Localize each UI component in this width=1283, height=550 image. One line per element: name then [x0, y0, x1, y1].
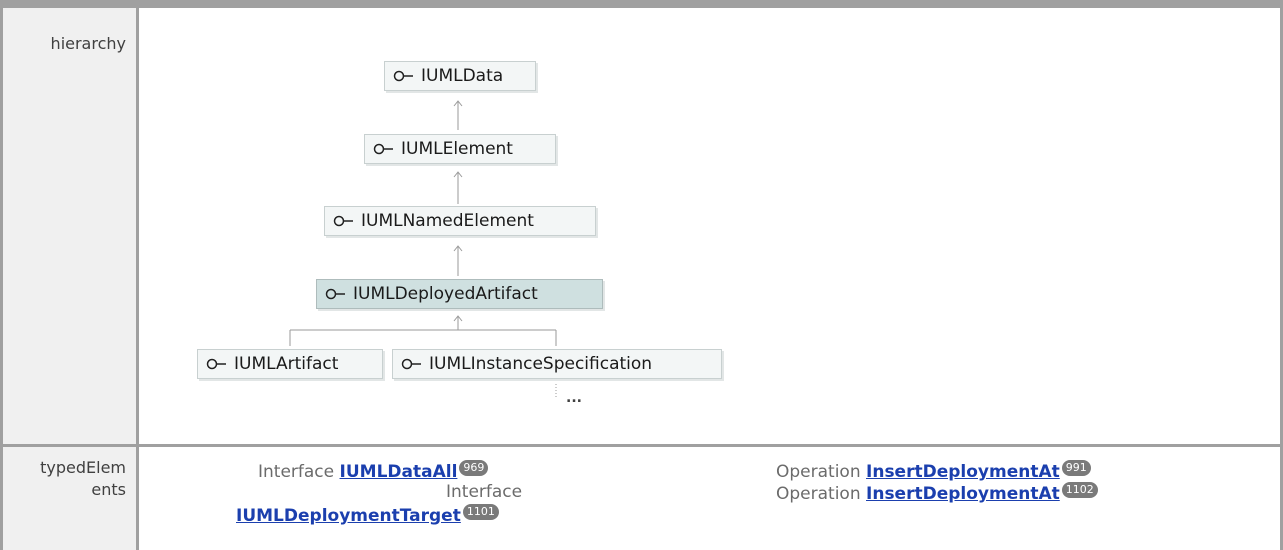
- ref-count-badge: 1102: [1061, 482, 1098, 498]
- ref-kind: Interface: [446, 482, 523, 502]
- properties-table: hierarchy IUMLData IUMLElement IUMLNamed…: [0, 0, 1283, 550]
- typed-elements-label-line2: ents: [91, 480, 126, 499]
- node-iumldeployedartifact[interactable]: IUMLDeployedArtifact: [316, 279, 603, 309]
- interface-icon: [333, 215, 353, 227]
- ref-link[interactable]: InsertDeploymentAt: [866, 462, 1060, 482]
- interface-icon: [206, 358, 226, 370]
- ref-kind: Operation: [776, 484, 861, 504]
- typed-element-ref: Operation InsertDeploymentAt 1102: [776, 482, 1098, 504]
- ref-link[interactable]: IUMLDeploymentTarget: [236, 506, 461, 526]
- more-subtypes-indicator[interactable]: ...: [566, 390, 582, 406]
- node-label: IUMLDeployedArtifact: [353, 284, 538, 304]
- ref-kind: Interface: [258, 462, 335, 482]
- ref-kind: Operation: [776, 462, 861, 482]
- typed-elements-label-line1: typedElem: [40, 458, 126, 477]
- node-label: IUMLData: [421, 66, 504, 86]
- typed-elements-label-cell: typedElem ents: [3, 447, 136, 550]
- interface-icon: [325, 288, 345, 300]
- node-iumldata[interactable]: IUMLData: [384, 61, 536, 91]
- ref-count-badge: 991: [1061, 460, 1091, 476]
- node-label: IUMLNamedElement: [361, 211, 534, 231]
- ref-link[interactable]: InsertDeploymentAt: [866, 484, 1060, 504]
- ref-count-badge: 1101: [462, 504, 499, 520]
- interface-icon: [373, 143, 393, 155]
- node-label: IUMLInstanceSpecification: [429, 354, 653, 374]
- interface-icon: [393, 70, 413, 82]
- node-iumlartifact[interactable]: IUMLArtifact: [197, 349, 383, 379]
- typed-element-ref: Operation InsertDeploymentAt 991: [776, 460, 1091, 482]
- typed-element-ref: Interface IUMLDataAll 969: [258, 460, 489, 482]
- interface-icon: [401, 358, 421, 370]
- typed-element-ref: IUMLDeploymentTarget 1101: [236, 504, 499, 526]
- node-label: IUMLArtifact: [234, 354, 339, 374]
- node-iumlelement[interactable]: IUMLElement: [364, 134, 556, 164]
- node-label: IUMLElement: [401, 139, 513, 159]
- node-iumlinstancespecification[interactable]: IUMLInstanceSpecification: [392, 349, 722, 379]
- typed-element-ref: Interface: [446, 482, 522, 502]
- ref-count-badge: 969: [459, 460, 489, 476]
- node-iumlnamedelement[interactable]: IUMLNamedElement: [324, 206, 596, 236]
- ref-link[interactable]: IUMLDataAll: [340, 462, 458, 482]
